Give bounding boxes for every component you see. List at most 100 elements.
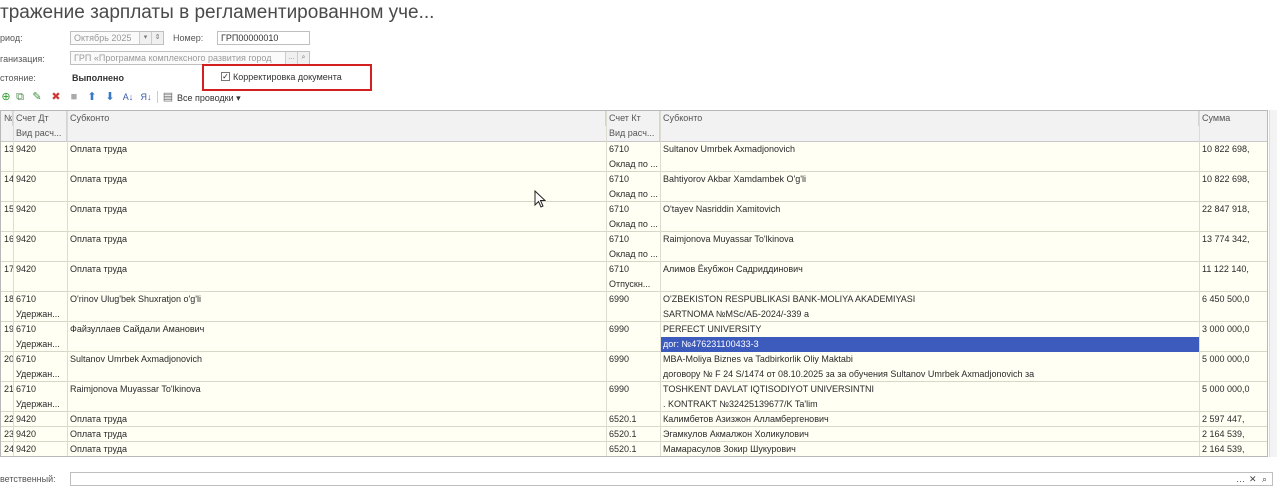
cell-schet-dt[interactable]: 9420 bbox=[13, 262, 67, 277]
cell-summa[interactable]: 22 847 918, bbox=[1199, 202, 1267, 217]
cell-schet-dt[interactable]: 9420 bbox=[13, 202, 67, 217]
delete-icon[interactable]: ✖ bbox=[50, 90, 62, 104]
table-row[interactable]: 196710Удержан...Файзуллаев Сайдали Амано… bbox=[1, 322, 1267, 352]
cell-schet-kt[interactable]: 6710 bbox=[606, 262, 660, 277]
cell-num[interactable]: 17 bbox=[1, 262, 13, 277]
cell-summa[interactable]: 2 597 447, bbox=[1199, 412, 1267, 427]
cell-subkonto-dt[interactable]: Оплата труда bbox=[67, 427, 606, 442]
table-row[interactable]: 249420Оплата труда6520.1Мамарасулов Зоки… bbox=[1, 442, 1267, 456]
cell-vid-rasch-dt[interactable]: Удержан... bbox=[13, 337, 67, 352]
cell-subkonto-dt[interactable]: Оплата труда bbox=[67, 262, 606, 277]
cell-summa[interactable]: 5 000 000,0 bbox=[1199, 352, 1267, 367]
cell-subkonto-kt-2[interactable] bbox=[660, 277, 1199, 292]
period-dropdown-icon[interactable]: ▾ bbox=[139, 32, 151, 44]
postings-table[interactable]: № Счет Дт Вид расч... Субконто Счет Кт В… bbox=[0, 110, 1268, 457]
copy-icon[interactable]: ⧉ bbox=[14, 90, 26, 104]
header-schet-dt[interactable]: Счет Дт bbox=[13, 111, 67, 126]
cell-num[interactable]: 18 bbox=[1, 292, 13, 307]
cell-num[interactable]: 22 bbox=[1, 412, 13, 427]
cell-summa[interactable]: 10 822 698, bbox=[1199, 142, 1267, 157]
cell-schet-kt[interactable]: 6990 bbox=[606, 352, 660, 367]
responsible-field[interactable] bbox=[70, 472, 1273, 486]
cell-summa[interactable]: 3 000 000,0 bbox=[1199, 322, 1267, 337]
cell-subkonto-kt[interactable]: O'ZBEKISTON RESPUBLIKASI BANK-MOLIYA AKA… bbox=[660, 292, 1199, 307]
cell-subkonto-kt[interactable]: Алимов Ёкубжон Садриддинович bbox=[660, 262, 1199, 277]
cell-vid-rasch-dt[interactable] bbox=[13, 247, 67, 262]
cell-schet-dt[interactable]: 6710 bbox=[13, 292, 67, 307]
org-field[interactable]: ГРП «Программа комплексного развития гор… bbox=[70, 51, 310, 65]
cell-vid-rasch-dt[interactable] bbox=[13, 187, 67, 202]
cell-num[interactable]: 14 bbox=[1, 172, 13, 187]
cell-num[interactable]: 24 bbox=[1, 442, 13, 456]
cell-schet-dt[interactable]: 6710 bbox=[13, 352, 67, 367]
responsible-select-icon[interactable]: … bbox=[1236, 474, 1245, 484]
table-row[interactable]: 206710Удержан...Sultanov Umrbek Axmadjon… bbox=[1, 352, 1267, 382]
cell-schet-kt[interactable]: 6520.1 bbox=[606, 427, 660, 442]
cell-summa[interactable]: 2 164 539, bbox=[1199, 427, 1267, 442]
cell-subkonto-dt[interactable]: Файзуллаев Сайдали Аманович bbox=[67, 322, 606, 337]
cell-schet-dt[interactable]: 6710 bbox=[13, 322, 67, 337]
cell-subkonto-kt[interactable]: Bahtiyorov Akbar Xamdambek O'g'li bbox=[660, 172, 1199, 187]
header-summa[interactable]: Сумма bbox=[1199, 111, 1267, 126]
cell-summa[interactable]: 2 164 539, bbox=[1199, 442, 1267, 456]
cell-subkonto-kt-2[interactable] bbox=[660, 217, 1199, 232]
cell-subkonto-dt[interactable]: Raimjonova Muyassar To'lkinova bbox=[67, 382, 606, 397]
cell-summa[interactable]: 6 450 500,0 bbox=[1199, 292, 1267, 307]
cell-vid-rasch-kt[interactable] bbox=[606, 337, 660, 352]
cell-summa[interactable]: 11 122 140, bbox=[1199, 262, 1267, 277]
cell-subkonto-kt-2[interactable]: SARTNOMA №MSc/AБ-2024/-339 a bbox=[660, 307, 1199, 322]
cell-vid-rasch-kt[interactable]: Оклад по ... bbox=[606, 157, 660, 172]
cell-summa[interactable]: 5 000 000,0 bbox=[1199, 382, 1267, 397]
cell-subkonto-dt[interactable]: Оплата труда bbox=[67, 412, 606, 427]
cell-schet-kt[interactable]: 6990 bbox=[606, 382, 660, 397]
cell-num[interactable]: 21 bbox=[1, 382, 13, 397]
cell-schet-kt[interactable]: 6990 bbox=[606, 322, 660, 337]
cell-num[interactable]: 13 bbox=[1, 142, 13, 157]
table-row[interactable]: 186710Удержан...O'rinov Ulug'bek Shuxrat… bbox=[1, 292, 1267, 322]
responsible-clear-icon[interactable]: ✕ bbox=[1249, 474, 1257, 485]
responsible-search-icon[interactable]: ⌕ bbox=[1262, 474, 1267, 485]
sort-desc-icon[interactable]: Я↓ bbox=[140, 90, 152, 104]
cell-subkonto-kt[interactable]: Мамарасулов Зокир Шукурович bbox=[660, 442, 1199, 456]
cell-vid-rasch-dt[interactable] bbox=[13, 277, 67, 292]
postings-icon[interactable]: ▤ bbox=[162, 90, 174, 104]
table-scrollbar[interactable] bbox=[1269, 110, 1277, 457]
cell-subkonto-kt[interactable]: Калимбетов Азизжон Алламбергенович bbox=[660, 412, 1199, 427]
cell-vid-rasch-kt[interactable] bbox=[606, 397, 660, 412]
cell-subkonto-kt-2[interactable] bbox=[660, 247, 1199, 262]
header-subkonto-dt[interactable]: Субконто bbox=[67, 111, 606, 126]
cell-subkonto-dt[interactable]: Оплата труда bbox=[67, 172, 606, 187]
cell-subkonto-kt-2[interactable]: договору № F 24 S/1474 от 08.10.2025 за … bbox=[660, 367, 1199, 382]
cell-subkonto-kt[interactable]: Sultanov Umrbek Axmadjonovich bbox=[660, 142, 1199, 157]
cell-schet-kt[interactable]: 6710 bbox=[606, 142, 660, 157]
add-icon[interactable]: ⊕ bbox=[0, 90, 12, 104]
cell-schet-kt[interactable]: 6710 bbox=[606, 232, 660, 247]
cell-vid-rasch-dt[interactable] bbox=[13, 157, 67, 172]
cell-vid-rasch-kt[interactable] bbox=[606, 307, 660, 322]
cell-num[interactable]: 15 bbox=[1, 202, 13, 217]
header-vid-rasch-dt[interactable]: Вид расч... bbox=[13, 126, 67, 141]
table-row[interactable]: 149420Оплата труда6710Оклад по ...Bahtiy… bbox=[1, 172, 1267, 202]
cell-subkonto-dt[interactable]: Sultanov Umrbek Axmadjonovich bbox=[67, 352, 606, 367]
cell-vid-rasch-kt[interactable] bbox=[606, 367, 660, 382]
cell-subkonto-kt[interactable]: Эгамкулов Акмалжон Холикулович bbox=[660, 427, 1199, 442]
cell-num[interactable]: 20 bbox=[1, 352, 13, 367]
cell-vid-rasch-dt[interactable]: Удержан... bbox=[13, 397, 67, 412]
table-row[interactable]: 179420Оплата труда6710Отпускн...Алимов Ё… bbox=[1, 262, 1267, 292]
cell-subkonto-dt[interactable]: Оплата труда bbox=[67, 142, 606, 157]
table-row[interactable]: 239420Оплата труда6520.1Эгамкулов Акмалж… bbox=[1, 427, 1267, 442]
cell-num[interactable]: 16 bbox=[1, 232, 13, 247]
cell-schet-dt[interactable]: 9420 bbox=[13, 412, 67, 427]
correction-checkbox[interactable]: ✓ bbox=[221, 72, 230, 81]
cell-vid-rasch-kt[interactable]: Оклад по ... bbox=[606, 217, 660, 232]
cell-summa[interactable]: 10 822 698, bbox=[1199, 172, 1267, 187]
header-schet-kt[interactable]: Счет Кт bbox=[606, 111, 660, 126]
cell-subkonto-kt[interactable]: Raimjonova Muyassar To'lkinova bbox=[660, 232, 1199, 247]
table-row[interactable]: 169420Оплата труда6710Оклад по ...Raimjo… bbox=[1, 232, 1267, 262]
cell-schet-kt[interactable]: 6520.1 bbox=[606, 442, 660, 456]
cell-schet-dt[interactable]: 6710 bbox=[13, 382, 67, 397]
cell-subkonto-kt-2[interactable]: дог: №476231100433-3 bbox=[660, 337, 1199, 352]
cell-subkonto-kt[interactable]: TOSHKENT DAVLAT IQTISODIYOT UNIVERSINTNI bbox=[660, 382, 1199, 397]
cell-vid-rasch-kt[interactable]: Отпускн... bbox=[606, 277, 660, 292]
move-down-icon[interactable]: ⬇ bbox=[104, 90, 116, 104]
